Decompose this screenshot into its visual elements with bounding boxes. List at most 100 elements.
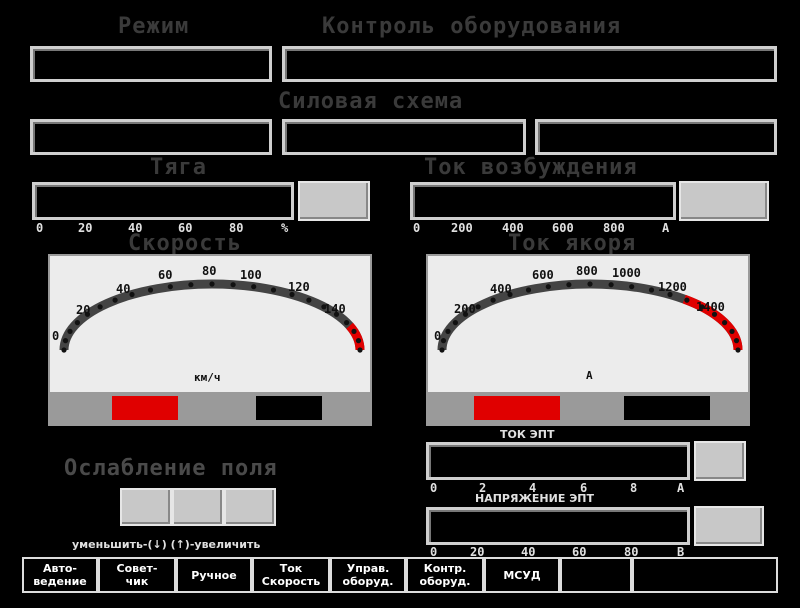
speed-label-0: 0 [52,329,60,343]
menu-msud-button[interactable]: МСУД [484,557,560,593]
ar-dial-dot [490,297,496,303]
ar-dial-dot [648,287,655,293]
ar-dial-dot [733,338,740,344]
menu-auto-driving-button[interactable]: Авто- ведение [22,557,98,593]
menu-empty-button-1[interactable] [560,557,632,593]
ar-dial-dot [525,287,532,293]
armature-current-header: Ток якоря [508,231,637,256]
ept-current-tick-0: 0 [430,481,438,495]
field-weakening-box-3 [224,488,276,526]
armature-label-400: 400 [490,282,512,296]
ept-voltage-bar [426,507,690,545]
sp-dial-dot [61,347,67,353]
power-circuit-header: Силовая схема [278,89,464,114]
traction-header: Тяга [150,155,207,180]
sp-dial-dot [355,338,362,344]
traction-bar [32,182,294,220]
ept-current-tick-unit: A [677,481,685,495]
ar-dial-dot [452,320,458,326]
speed-label-20: 20 [76,303,91,317]
armature-current-gauge: 0 200 400 600 800 1000 1200 1400 A [426,254,750,426]
armature-label-600: 600 [532,268,554,282]
armature-label-800: 800 [576,264,598,278]
armature-unit: A [586,369,593,382]
speed-label-120: 120 [288,280,310,294]
excitation-tick-0: 0 [413,221,421,235]
ar-dial-dot [445,328,451,334]
ept-current-bar [426,442,690,480]
equipment-control-header: Контроль оборудования [322,14,622,39]
armature-indicator-black [624,396,710,420]
speed-indicator-red [112,396,178,420]
menu-current-speed-button[interactable]: Ток Скорость [252,557,330,593]
ar-dial-dot [440,338,447,344]
equipment-control-field [282,46,777,82]
ept-voltage-value-box [694,506,764,546]
speed-unit: км/ч [194,371,221,384]
sp-dial-dot [97,304,103,310]
traction-value-box [298,181,370,221]
ar-dial-dot [587,281,593,287]
ar-dial-dot [439,347,445,353]
power-circuit-field-3 [535,119,777,155]
traction-tick-0: 0 [36,221,44,235]
ept-voltage-label: НАПРЯЖЕНИЕ ЭПТ [475,492,594,505]
traction-tick-unit: % [281,221,289,235]
armature-label-1400: 1400 [696,300,725,314]
ar-dial-dot [475,304,481,310]
speed-header: Скорость [128,231,242,256]
speed-label-40: 40 [116,282,131,296]
ar-dial-dot [545,284,551,290]
excitation-current-bar [410,182,676,220]
menu-equipment-check-button[interactable]: Контр. оборуд. [406,557,484,593]
power-circuit-field-2 [282,119,526,155]
power-circuit-field-1 [30,119,272,155]
mode-field [30,46,272,82]
sp-dial-dot [270,287,277,293]
speed-label-140: 140 [324,302,346,316]
sp-dial-dot [74,320,80,326]
menu-equipment-control-button[interactable]: Управ. оборуд. [330,557,406,593]
sp-dial-dot [67,328,73,334]
menu-manual-button[interactable]: Ручное [176,557,252,593]
field-weakening-header: Ослабление поля [64,456,278,481]
sp-dial-dot [167,284,173,290]
speed-label-100: 100 [240,268,262,282]
sp-dial-dot [351,328,357,334]
menu-advisor-button[interactable]: Совет- чик [98,557,176,593]
ar-dial-dot [608,282,614,288]
sp-dial-dot [62,338,69,344]
armature-label-1000: 1000 [612,266,641,280]
ar-dial-dot [729,328,735,334]
armature-label-200: 200 [454,302,476,316]
ar-dial-dot [722,320,728,326]
ar-dial-dot [566,282,572,288]
sp-dial-dot [306,297,312,303]
menu-empty-button-2[interactable] [632,557,778,593]
ar-dial-dot [735,347,741,353]
speed-label-60: 60 [158,268,173,282]
field-weakening-hint: уменьшить-(↓) (↑)-увеличить [72,538,261,551]
speed-indicator-black [256,396,322,420]
armature-label-0: 0 [434,329,442,343]
mode-header: Режим [118,14,190,39]
ept-current-value-box [694,441,746,481]
traction-tick-20: 20 [78,221,93,235]
sp-dial-dot [357,347,363,353]
excitation-current-value-box [679,181,769,221]
sp-dial-dot [344,320,350,326]
sp-dial-dot [230,282,236,288]
field-weakening-box-2 [172,488,224,526]
ept-current-label: ТОК ЭПТ [500,428,555,441]
excitation-tick-200: 200 [451,221,473,235]
sp-dial-dot [209,281,215,287]
speed-gauge: 0 20 40 60 80 100 120 140 км/ч [48,254,372,426]
ept-current-tick-8: 8 [630,481,638,495]
speed-indicator-bar [50,392,370,424]
sp-dial-dot [251,284,257,290]
sp-dial-dot [112,297,118,303]
excitation-current-header: Ток возбуждения [424,155,638,180]
speed-label-80: 80 [202,264,217,278]
field-weakening-box-1 [120,488,172,526]
armature-label-1200: 1200 [658,280,687,294]
